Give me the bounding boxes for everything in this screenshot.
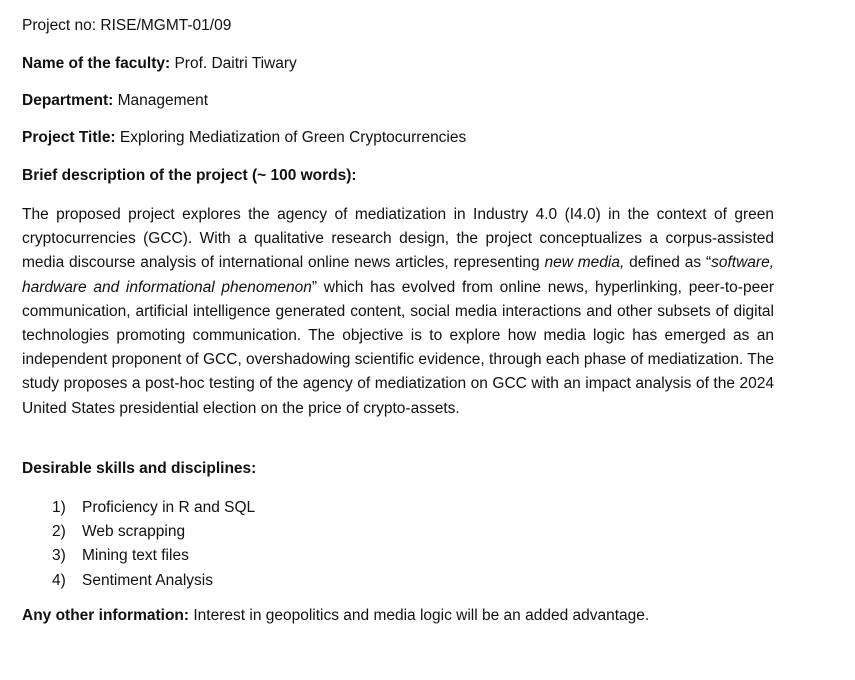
list-item: 3) Mining text files [52,544,255,568]
description-text-3: ” which has evolved from online news, hy… [22,278,774,417]
skills-heading: Desirable skills and disciplines: [22,460,257,477]
list-item-number: 1) [52,499,66,516]
project-number: Project no: RISE/MGMT-01/09 [22,17,232,34]
list-item: 1) Proficiency in R and SQL [52,496,255,520]
description-italic-new-media: new media, [544,254,625,272]
skills-list: 1) Proficiency in R and SQL 2) Web scrap… [52,496,255,593]
list-item-text: Proficiency in R and SQL [82,499,256,516]
project-title-line: Project Title: Exploring Mediatization o… [22,128,466,148]
list-item: 2) Web scrapping [52,520,255,544]
list-item-number: 2) [52,523,66,541]
department-label: Department: [22,92,114,109]
other-info-line: Any other information: Interest in geopo… [22,606,649,626]
list-item-text: Web scrapping [82,523,186,541]
project-title-label: Project Title: [22,129,116,146]
list-item-number: 4) [52,571,66,589]
description-heading: Brief description of the project (~ 100 … [22,167,357,184]
list-item-number: 3) [52,547,66,565]
list-item-text: Sentiment Analysis [82,571,213,589]
faculty-label: Name of the faculty: [22,55,171,72]
department-value: Management [117,92,209,109]
project-title-value: Exploring Mediatization of Green Cryptoc… [119,129,467,146]
other-info-value: Interest in geopolitics and media logic … [193,607,650,624]
other-info-label: Any other information: [22,607,190,624]
project-description: The proposed project explores the agency… [22,203,774,421]
faculty-line: Name of the faculty: Prof. Daitri Tiwary [22,54,297,74]
list-item-text: Mining text files [82,547,189,565]
document-page: Project no: RISE/MGMT-01/09 Name of the … [0,0,855,680]
list-item: 4) Sentiment Analysis [52,569,255,593]
faculty-value: Prof. Daitri Tiwary [174,55,297,72]
description-text-2: defined as “ [624,254,712,272]
department-line: Department: Management [22,91,208,111]
